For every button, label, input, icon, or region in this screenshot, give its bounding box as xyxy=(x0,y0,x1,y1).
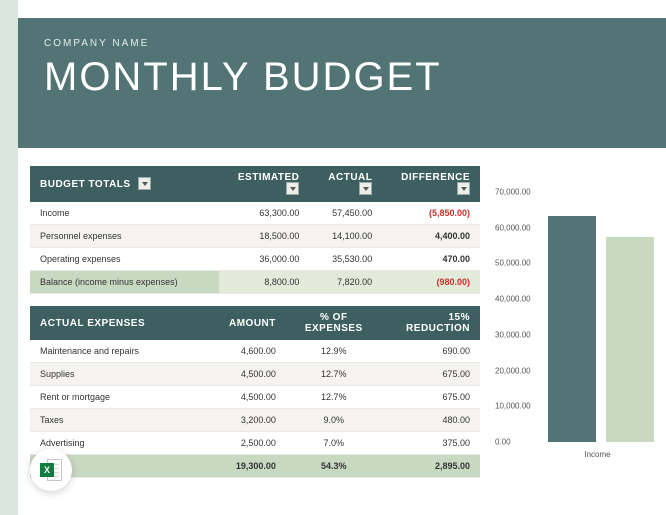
filter-icon[interactable] xyxy=(359,182,372,195)
table-row: Advertising2,500.007.0%375.00 xyxy=(30,432,480,455)
row-label: Personnel expenses xyxy=(30,225,219,248)
budget-totals-table: BUDGET TOTALS ESTIMATED ACTUAL DIFFERENC… xyxy=(30,166,480,294)
row-pct: 12.7% xyxy=(286,363,382,386)
row-actual: 14,100.00 xyxy=(309,225,382,248)
row-amount: 19,300.00 xyxy=(219,455,286,478)
col-label: BUDGET TOTALS xyxy=(40,179,131,190)
row-pct: 9.0% xyxy=(286,409,382,432)
row-reduction: 2,895.00 xyxy=(382,455,480,478)
row-difference: (5,850.00) xyxy=(382,202,480,225)
filter-icon[interactable] xyxy=(286,182,299,195)
col-amount: AMOUNT xyxy=(229,318,276,329)
actual-expenses-table: ACTUAL EXPENSES AMOUNT % OF EXPENSES 15%… xyxy=(30,306,480,478)
chart-x-label: Income xyxy=(495,450,660,459)
row-label: Maintenance and repairs xyxy=(30,340,219,363)
balance-row: Balance (income minus expenses)8,800.007… xyxy=(30,271,480,294)
row-reduction: 375.00 xyxy=(382,432,480,455)
row-label: Income xyxy=(30,202,219,225)
chart-y-tick: 10,000.00 xyxy=(495,402,531,411)
row-label: Balance (income minus expenses) xyxy=(30,271,219,294)
col-reduction: 15% REDUCTION xyxy=(406,312,470,334)
row-difference: 470.00 xyxy=(382,248,480,271)
row-amount: 4,500.00 xyxy=(219,363,286,386)
row-reduction: 675.00 xyxy=(382,363,480,386)
header-block: COMPANY NAME MONTHLY BUDGET xyxy=(18,18,666,148)
table-row: Supplies4,500.0012.7%675.00 xyxy=(30,363,480,386)
row-estimated: 63,300.00 xyxy=(219,202,309,225)
row-amount: 4,600.00 xyxy=(219,340,286,363)
row-pct: 7.0% xyxy=(286,432,382,455)
row-reduction: 675.00 xyxy=(382,386,480,409)
chart-y-tick: 30,000.00 xyxy=(495,330,531,339)
table-row: Taxes3,200.009.0%480.00 xyxy=(30,409,480,432)
table-row: Income63,300.0057,450.00(5,850.00) xyxy=(30,202,480,225)
summary-row: 19,300.0054.3%2,895.00 xyxy=(30,455,480,478)
row-reduction: 690.00 xyxy=(382,340,480,363)
chart-bar xyxy=(548,216,596,442)
row-estimated: 36,000.00 xyxy=(219,248,309,271)
row-difference: 4,400.00 xyxy=(382,225,480,248)
row-estimated: 18,500.00 xyxy=(219,225,309,248)
filter-icon[interactable] xyxy=(457,182,470,195)
chart-y-tick: 50,000.00 xyxy=(495,259,531,268)
row-actual: 57,450.00 xyxy=(309,202,382,225)
table-row: Operating expenses36,000.0035,530.00470.… xyxy=(30,248,480,271)
page-title: MONTHLY BUDGET xyxy=(44,55,640,100)
row-difference: (980.00) xyxy=(382,271,480,294)
row-label: Rent or mortgage xyxy=(30,386,219,409)
chart-y-tick: 40,000.00 xyxy=(495,295,531,304)
row-estimated: 8,800.00 xyxy=(219,271,309,294)
table-row: Personnel expenses18,500.0014,100.004,40… xyxy=(30,225,480,248)
main-content: BUDGET TOTALS ESTIMATED ACTUAL DIFFERENC… xyxy=(30,166,480,478)
table-row: Maintenance and repairs4,600.0012.9%690.… xyxy=(30,340,480,363)
row-amount: 2,500.00 xyxy=(219,432,286,455)
row-label: Taxes xyxy=(30,409,219,432)
row-actual: 35,530.00 xyxy=(309,248,382,271)
row-pct: 12.9% xyxy=(286,340,382,363)
excel-badge[interactable]: X xyxy=(30,449,72,491)
row-label: Operating expenses xyxy=(30,248,219,271)
row-amount: 3,200.00 xyxy=(219,409,286,432)
excel-icon: X xyxy=(40,459,62,481)
row-label: Supplies xyxy=(30,363,219,386)
row-reduction: 480.00 xyxy=(382,409,480,432)
chart-y-tick: 20,000.00 xyxy=(495,366,531,375)
side-strip xyxy=(0,0,18,515)
chart-y-tick: 70,000.00 xyxy=(495,188,531,197)
chart-bar xyxy=(606,237,654,442)
chart-y-tick: 0.00 xyxy=(495,438,511,447)
row-pct: 12.7% xyxy=(286,386,382,409)
budget-chart: 0.00 10,000.00 20,000.00 30,000.00 40,000.00… xyxy=(495,192,660,472)
row-pct: 54.3% xyxy=(286,455,382,478)
col-expenses-label: ACTUAL EXPENSES xyxy=(40,318,145,329)
col-pct: % OF EXPENSES xyxy=(305,312,363,334)
row-amount: 4,500.00 xyxy=(219,386,286,409)
filter-icon[interactable] xyxy=(138,177,151,190)
company-label: COMPANY NAME xyxy=(44,38,640,49)
table-row: Rent or mortgage4,500.0012.7%675.00 xyxy=(30,386,480,409)
row-actual: 7,820.00 xyxy=(309,271,382,294)
chart-y-tick: 60,000.00 xyxy=(495,223,531,232)
